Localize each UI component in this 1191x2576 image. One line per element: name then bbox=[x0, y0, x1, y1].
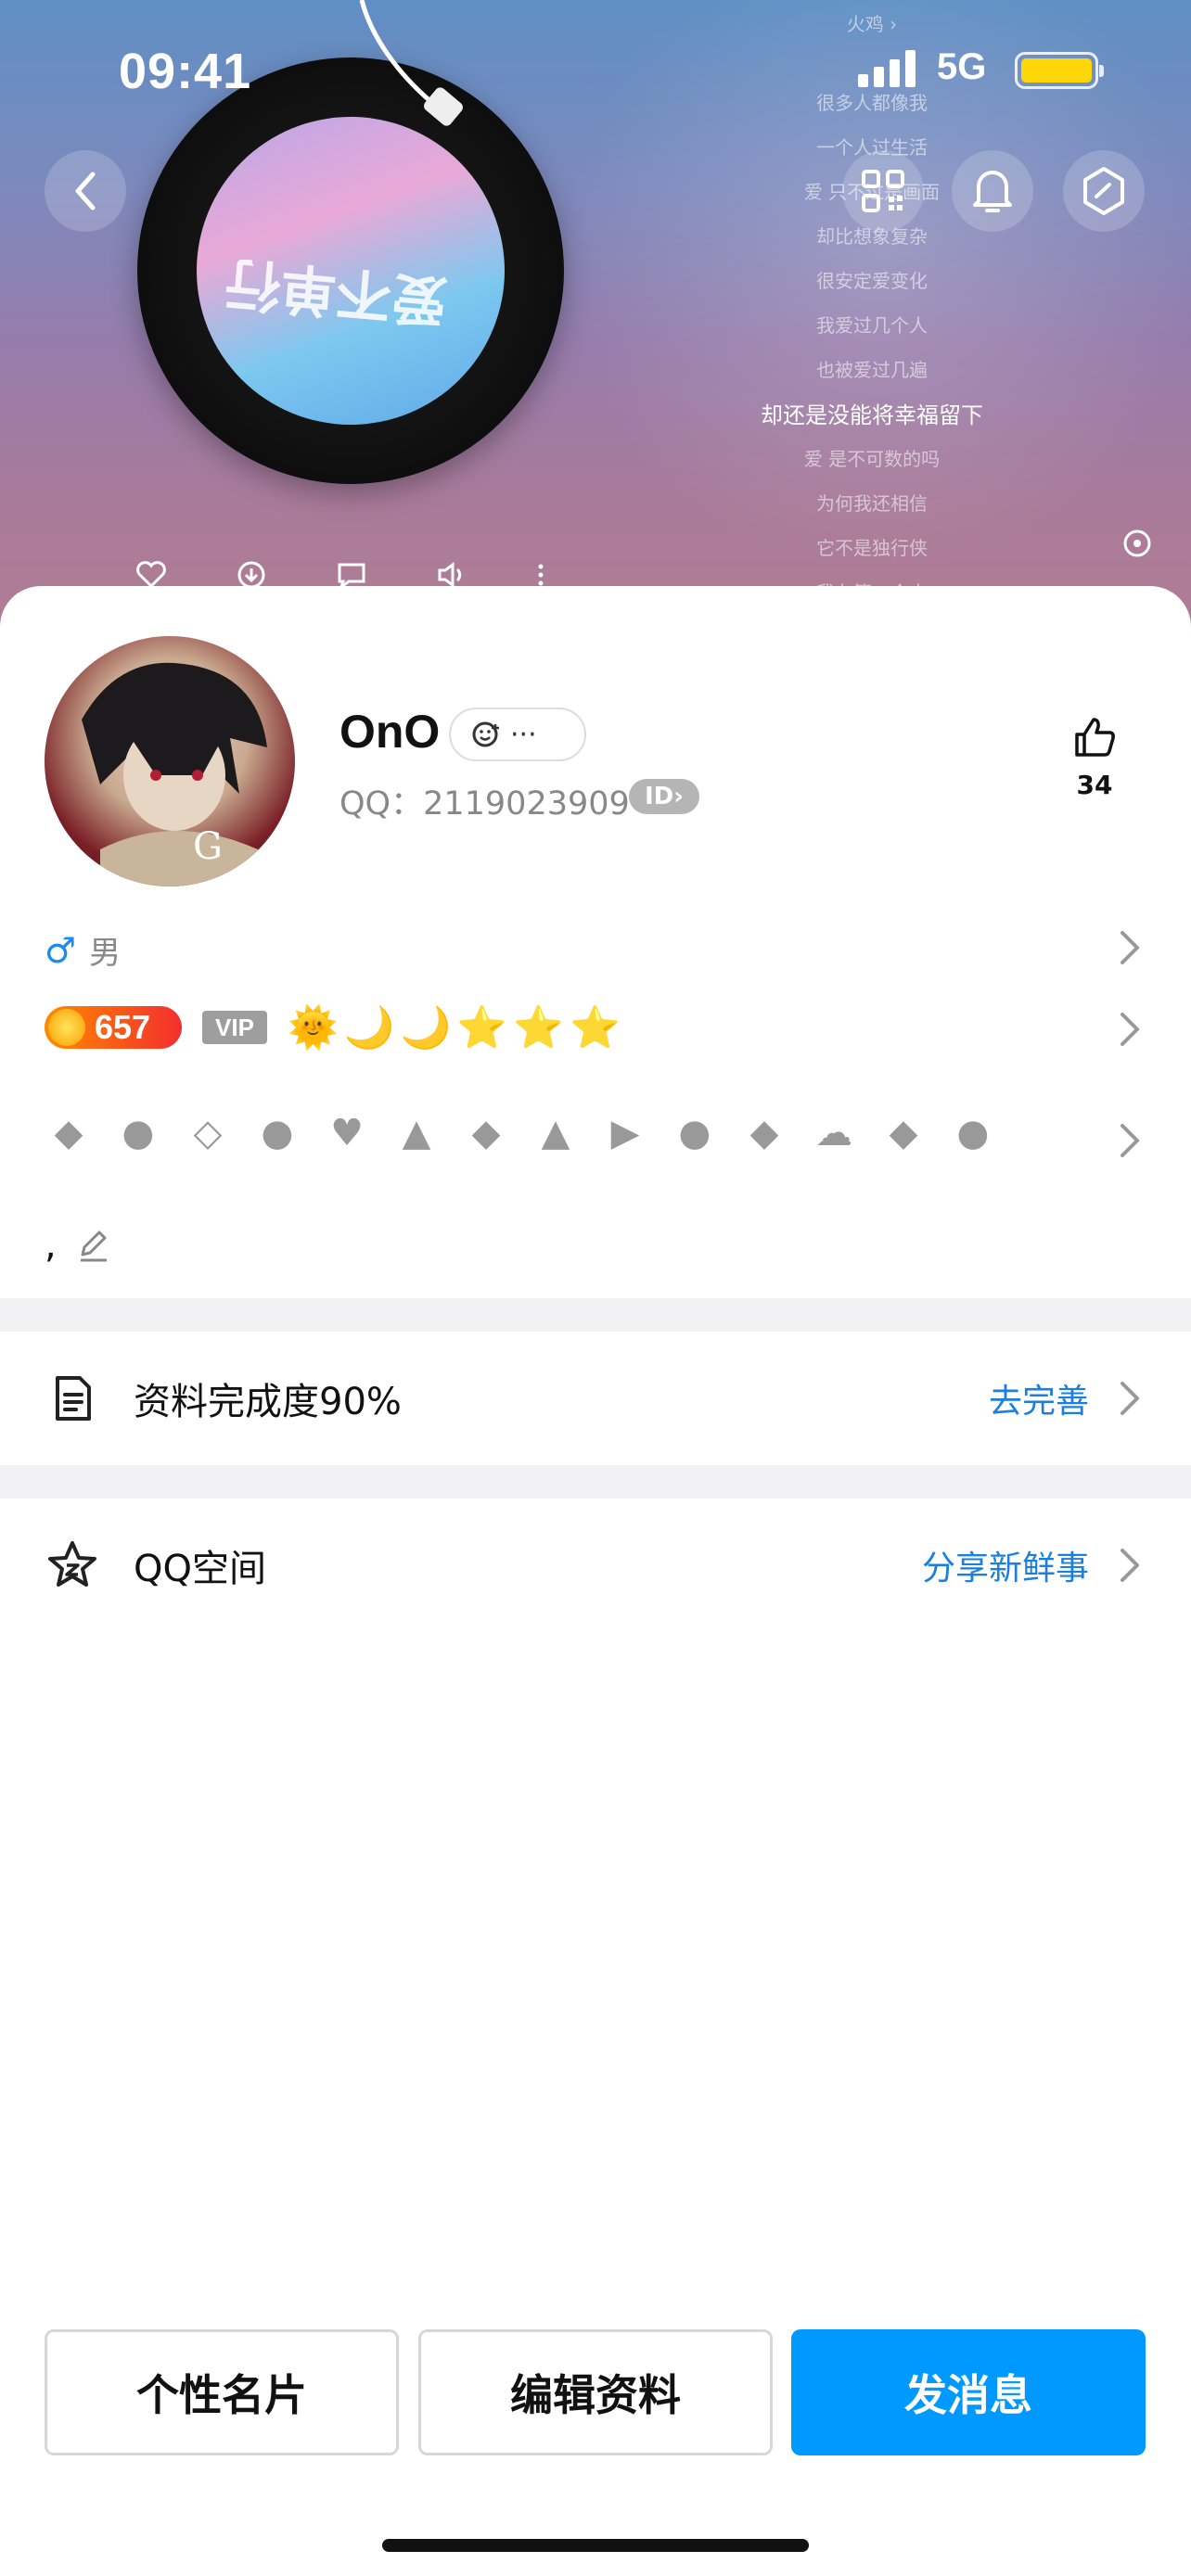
cloud-icon: ☁ bbox=[815, 1112, 852, 1154]
chevron-right-icon bbox=[1121, 1549, 1139, 1582]
heart-icon[interactable] bbox=[135, 561, 167, 589]
lyric-current: 却还是没能将幸福留下 bbox=[761, 402, 983, 428]
moon-icon: 🌙 bbox=[343, 1004, 395, 1052]
gem-icon: ◆ bbox=[749, 1112, 779, 1154]
signature-text: , bbox=[45, 1224, 57, 1267]
send-message-button[interactable]: 发消息 bbox=[791, 2329, 1146, 2455]
status-ellipsis: ··· bbox=[510, 718, 537, 751]
gender-text: 男 bbox=[89, 935, 122, 972]
qzone-row[interactable]: QQ空间 分享新鲜事 bbox=[0, 1498, 1191, 1632]
lyric-line: 它不是独行侠 bbox=[816, 537, 928, 559]
male-icon: ♂ bbox=[45, 929, 77, 971]
penguin-badge-icon: ● bbox=[122, 1112, 155, 1154]
level-badge: 657 bbox=[45, 1006, 182, 1049]
bell-icon bbox=[973, 171, 1012, 212]
lyric-line: 很安定爱变化 bbox=[816, 270, 928, 292]
mountain-icon: ▲ bbox=[541, 1112, 570, 1154]
status-time: 09:41 bbox=[119, 44, 252, 99]
pencil-icon[interactable] bbox=[75, 1227, 112, 1264]
lyric-line: 为何我还相信 bbox=[816, 492, 928, 515]
chevron-right-icon bbox=[1121, 1382, 1139, 1415]
qq-number[interactable]: QQ：2119023909 bbox=[339, 777, 630, 824]
moon-icon: 🌙 bbox=[400, 1004, 452, 1052]
star-outline-icon bbox=[48, 1541, 96, 1587]
penguin-icon: ● bbox=[678, 1112, 711, 1154]
complete-profile-link[interactable]: 去完善 bbox=[989, 1374, 1089, 1422]
battery-icon bbox=[1015, 52, 1104, 89]
penguin-badge-icon: ◆ bbox=[54, 1112, 83, 1154]
qr-code-button[interactable] bbox=[842, 150, 924, 232]
profile-name: OnO bbox=[339, 706, 441, 758]
level-icons: 🌞 🌙 🌙 ⭐ ⭐ ⭐ bbox=[288, 1003, 621, 1052]
artist-link[interactable]: 火鸡 › bbox=[705, 9, 1039, 36]
level-value: 657 bbox=[95, 1008, 151, 1046]
chevron-left-icon bbox=[75, 172, 96, 210]
bottom-action-bar: 个性名片 编辑资料 发消息 bbox=[0, 2329, 1191, 2459]
lyric-line: 也被爱过几遍 bbox=[816, 359, 928, 381]
lyric-line: 我爱过几个人 bbox=[816, 314, 928, 337]
profile-card-button[interactable]: 个性名片 bbox=[45, 2329, 399, 2455]
emoji-add-icon bbox=[472, 721, 499, 747]
level-row[interactable]: 657 VIP 🌞 🌙 🌙 ⭐ ⭐ ⭐ bbox=[45, 1003, 621, 1052]
set-status-button[interactable]: ··· bbox=[449, 708, 586, 761]
heart-icon: ♥ bbox=[330, 1112, 364, 1154]
chevron-right-icon[interactable] bbox=[1117, 1120, 1143, 1161]
vinyl-record[interactable]: 爱不单行 bbox=[137, 57, 564, 484]
completeness-label: 资料完成度90% bbox=[134, 1381, 402, 1423]
profile-completeness-row[interactable]: 资料完成度90% 去完善 bbox=[0, 1332, 1191, 1465]
back-button[interactable] bbox=[45, 150, 126, 232]
section-divider bbox=[0, 1298, 1191, 1332]
qr-code-icon bbox=[862, 170, 904, 212]
settings-button[interactable] bbox=[1063, 150, 1145, 232]
status-bar: 09:41 5G bbox=[0, 37, 1191, 102]
avatar[interactable]: G bbox=[45, 636, 295, 886]
sun-icon: 🌞 bbox=[288, 1004, 339, 1052]
star-icon: ⭐ bbox=[513, 1004, 564, 1052]
star-icon: ⭐ bbox=[569, 1004, 621, 1052]
album-text: 爱不单行 bbox=[222, 249, 451, 334]
mountain-icon: ▲ bbox=[402, 1112, 431, 1154]
diamond-icon: ◆ bbox=[889, 1112, 918, 1154]
id-badge[interactable]: ID› bbox=[629, 779, 699, 814]
gem-icon: ◆ bbox=[471, 1112, 501, 1154]
chevron-right-icon[interactable] bbox=[1117, 927, 1143, 968]
sound-effect-icon[interactable] bbox=[436, 561, 467, 589]
qzone-label: QQ空间 bbox=[134, 1548, 266, 1590]
svg-text:G: G bbox=[193, 825, 223, 868]
download-icon[interactable] bbox=[236, 561, 267, 589]
comment-icon[interactable] bbox=[336, 561, 373, 589]
home-indicator[interactable] bbox=[382, 2539, 809, 2552]
coin-icon bbox=[48, 1009, 85, 1046]
signature-row[interactable]: , bbox=[45, 1224, 112, 1267]
music-header: 爱不单行 火鸡 › 很多人都像我 一个人过生活 爱 只不过是画面 却比想象复杂 … bbox=[0, 0, 1191, 631]
network-type: 5G bbox=[937, 46, 987, 87]
album-cover: 爱不单行 bbox=[197, 117, 505, 425]
edit-profile-button[interactable]: 编辑资料 bbox=[418, 2329, 773, 2455]
music-disc-icon[interactable] bbox=[1122, 529, 1152, 558]
vip-badge: VIP bbox=[202, 1011, 267, 1044]
star-icon: ⭐ bbox=[456, 1004, 508, 1052]
gender-row[interactable]: ♂ 男 bbox=[45, 927, 121, 973]
section-divider bbox=[0, 1465, 1191, 1498]
like-count: 34 bbox=[1076, 770, 1113, 800]
notification-button[interactable] bbox=[952, 150, 1033, 232]
cf-icon: ● bbox=[956, 1112, 990, 1154]
badges-row[interactable]: ◆ ● ◇ ● ♥ ▲ ◆ ▲ ▶ ● ◆ ☁ ◆ ● bbox=[45, 1109, 997, 1157]
signal-icon bbox=[858, 50, 916, 87]
document-icon bbox=[56, 1376, 91, 1421]
diamond-icon: ◇ bbox=[193, 1112, 223, 1154]
hexagon-settings-icon bbox=[1083, 167, 1124, 215]
more-icon[interactable] bbox=[536, 561, 545, 589]
chevron-right-icon[interactable] bbox=[1117, 1009, 1143, 1050]
share-news-link[interactable]: 分享新鲜事 bbox=[922, 1541, 1089, 1589]
lyric-line: 爱 是不可数的吗 bbox=[803, 448, 941, 470]
thumbs-up-icon bbox=[1075, 718, 1115, 757]
player-actions bbox=[135, 561, 545, 589]
like-button[interactable]: 34 bbox=[1067, 714, 1122, 800]
avatar-image: G bbox=[82, 662, 267, 886]
play-icon: ▶ bbox=[610, 1112, 640, 1154]
bomb-icon: ● bbox=[261, 1112, 294, 1154]
